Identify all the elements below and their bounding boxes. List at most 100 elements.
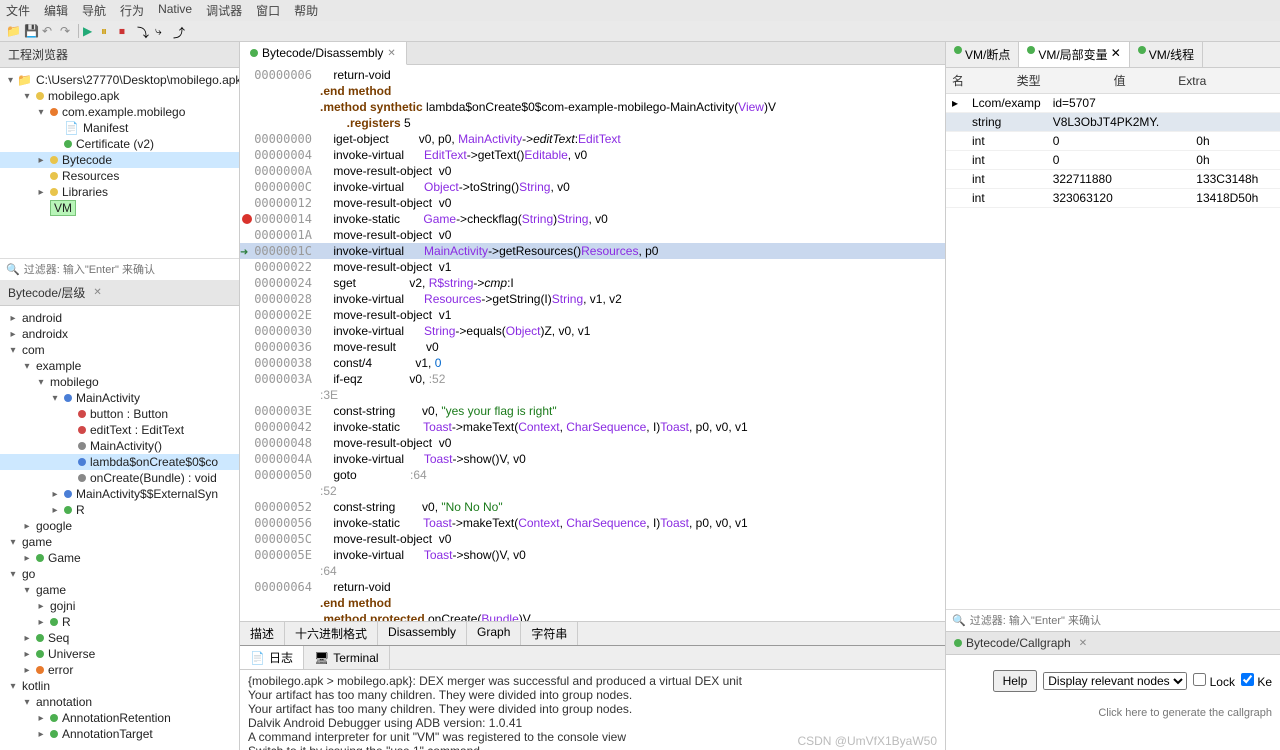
bottom-tab[interactable]: Graph: [467, 622, 521, 645]
code-line[interactable]: :3E: [240, 387, 945, 403]
close-icon[interactable]: ✕: [387, 48, 395, 59]
twisty-icon[interactable]: ▸: [22, 521, 32, 532]
code-line[interactable]: 00000042 invoke-static Toast->makeText(C…: [240, 419, 945, 435]
run-icon[interactable]: ▶: [83, 24, 97, 38]
code-line[interactable]: 0000000A move-result-object v0: [240, 163, 945, 179]
code-line[interactable]: 0000003A if-eqz v0, :52: [240, 371, 945, 387]
code-line[interactable]: 00000030 invoke-virtual String->equals(O…: [240, 323, 945, 339]
code-line[interactable]: 0000004A invoke-virtual Toast->show()V, …: [240, 451, 945, 467]
tree-row[interactable]: editText : EditText: [0, 422, 239, 438]
vars-col-header[interactable]: 类型: [1011, 68, 1108, 94]
code-line[interactable]: 00000028 invoke-virtual Resources->getSt…: [240, 291, 945, 307]
vars-filter-input[interactable]: [970, 615, 1274, 627]
menu-item[interactable]: 导航: [82, 2, 106, 19]
twisty-icon[interactable]: ▾: [22, 91, 32, 102]
ke-checkbox[interactable]: Ke: [1241, 673, 1272, 689]
tree-row[interactable]: ▾ example: [0, 358, 239, 374]
tree-row[interactable]: ▾ kotlin: [0, 678, 239, 694]
tree-row[interactable]: Resources: [0, 168, 239, 184]
twisty-icon[interactable]: ▾: [36, 377, 46, 388]
vars-row[interactable]: stringV8L3ObJT4PK2MY.: [946, 113, 1280, 132]
close-icon[interactable]: ✕: [93, 287, 101, 298]
twisty-icon[interactable]: ▸: [22, 649, 32, 660]
twisty-icon[interactable]: ▸: [50, 489, 60, 500]
twisty-icon[interactable]: ▾: [22, 697, 32, 708]
tree-row[interactable]: ▾ MainActivity: [0, 390, 239, 406]
menu-item[interactable]: Native: [158, 2, 192, 19]
twisty-icon[interactable]: ▸: [8, 313, 18, 324]
hierarchy-tree[interactable]: ▸ android▸ androidx▾ com▾ example▾ mobil…: [0, 306, 239, 750]
menu-item[interactable]: 编辑: [44, 2, 68, 19]
bottom-tab[interactable]: 字符串: [521, 622, 578, 645]
tree-row[interactable]: VM: [0, 200, 239, 216]
twisty-icon[interactable]: ▾: [22, 585, 32, 596]
twisty-icon[interactable]: ▸: [50, 505, 60, 516]
tab-locals[interactable]: VM/局部变量✕: [1019, 42, 1129, 67]
twisty-icon[interactable]: ▾: [8, 345, 18, 356]
log-tab-terminal[interactable]: 🖥 Terminal: [304, 646, 390, 669]
twisty-icon[interactable]: ▸: [22, 633, 32, 644]
save-icon[interactable]: 💾: [24, 24, 38, 38]
vars-row[interactable]: ▸Lcom/exampid=5707: [946, 94, 1280, 113]
code-line[interactable]: 0000001A move-result-object v0: [240, 227, 945, 243]
disassembly-view[interactable]: 00000006 return-void.end method.method s…: [240, 65, 945, 621]
tree-row[interactable]: ▾ mobilego.apk: [0, 88, 239, 104]
project-filter[interactable]: 🔍: [0, 258, 239, 280]
code-line[interactable]: 0000005C move-result-object v0: [240, 531, 945, 547]
bottom-tab[interactable]: Disassembly: [378, 622, 467, 645]
tree-row[interactable]: ▸ R: [0, 614, 239, 630]
tree-row[interactable]: ▸ R: [0, 502, 239, 518]
code-line[interactable]: 0000003E const-string v0, "yes your flag…: [240, 403, 945, 419]
project-filter-input[interactable]: [24, 264, 233, 276]
stepover-icon[interactable]: ⤵: [137, 24, 151, 38]
tree-row[interactable]: ▾📁 C:\Users\27770\Desktop\mobilego.apk: [0, 72, 239, 88]
code-line[interactable]: 00000014 invoke-static Game->checkflag(S…: [240, 211, 945, 227]
code-line[interactable]: 00000036 move-result v0: [240, 339, 945, 355]
log-body[interactable]: {mobilego.apk > mobilego.apk}: DEX merge…: [240, 670, 945, 750]
stepout-icon[interactable]: ⤴: [173, 24, 187, 38]
code-line[interactable]: .end method: [240, 595, 945, 611]
tree-row[interactable]: 📄 Manifest: [0, 120, 239, 136]
tree-row[interactable]: ▾ game: [0, 582, 239, 598]
tree-row[interactable]: Certificate (v2): [0, 136, 239, 152]
code-line[interactable]: 00000048 move-result-object v0: [240, 435, 945, 451]
tree-row[interactable]: ▸ androidx: [0, 326, 239, 342]
twisty-icon[interactable]: ▸: [36, 187, 46, 198]
code-line[interactable]: 00000006 return-void: [240, 67, 945, 83]
tree-row[interactable]: ▸ AnnotationTarget: [0, 726, 239, 742]
lock-checkbox[interactable]: Lock: [1193, 673, 1235, 689]
code-line[interactable]: 00000022 move-result-object v1: [240, 259, 945, 275]
code-line[interactable]: 00000000 iget-object v0, p0, MainActivit…: [240, 131, 945, 147]
twisty-icon[interactable]: ▾: [8, 75, 13, 86]
display-select[interactable]: Display relevant nodes: [1043, 672, 1187, 690]
tree-row[interactable]: ▾ com: [0, 342, 239, 358]
menu-item[interactable]: 窗口: [256, 2, 280, 19]
tree-row[interactable]: ▸ AnnotationRetention: [0, 710, 239, 726]
tree-row[interactable]: ▾ go: [0, 566, 239, 582]
bottom-tab[interactable]: 十六进制格式: [285, 622, 378, 645]
menu-item[interactable]: 行为: [120, 2, 144, 19]
tree-row[interactable]: ▸ Seq: [0, 630, 239, 646]
tree-row[interactable]: onCreate(Bundle) : void: [0, 470, 239, 486]
code-line[interactable]: 0000002E move-result-object v1: [240, 307, 945, 323]
twisty-icon[interactable]: ▾: [22, 361, 32, 372]
twisty-icon[interactable]: ▾: [8, 569, 18, 580]
pause-icon[interactable]: ⏸: [101, 24, 115, 38]
vars-row[interactable]: int32306312013418D50h: [946, 189, 1280, 208]
tree-row[interactable]: ▾ annotation: [0, 694, 239, 710]
tree-row[interactable]: ▾ com.example.mobilego: [0, 104, 239, 120]
code-line[interactable]: .end method: [240, 83, 945, 99]
help-button[interactable]: Help: [993, 670, 1038, 692]
twisty-icon[interactable]: ▸: [8, 329, 18, 340]
tree-row[interactable]: ▾ mobilego: [0, 374, 239, 390]
twisty-icon[interactable]: ▸: [36, 729, 46, 740]
menu-item[interactable]: 帮助: [294, 2, 318, 19]
open-icon[interactable]: 📁: [6, 24, 20, 38]
code-line[interactable]: .method synthetic lambda$onCreate$0$com-…: [240, 99, 945, 115]
code-line[interactable]: 00000052 const-string v0, "No No No": [240, 499, 945, 515]
undo-icon[interactable]: ↶: [42, 24, 56, 38]
code-line[interactable]: :52: [240, 483, 945, 499]
tree-row[interactable]: ▸ google: [0, 518, 239, 534]
tree-row[interactable]: ▸ android: [0, 310, 239, 326]
close-icon[interactable]: ✕: [1111, 46, 1121, 63]
